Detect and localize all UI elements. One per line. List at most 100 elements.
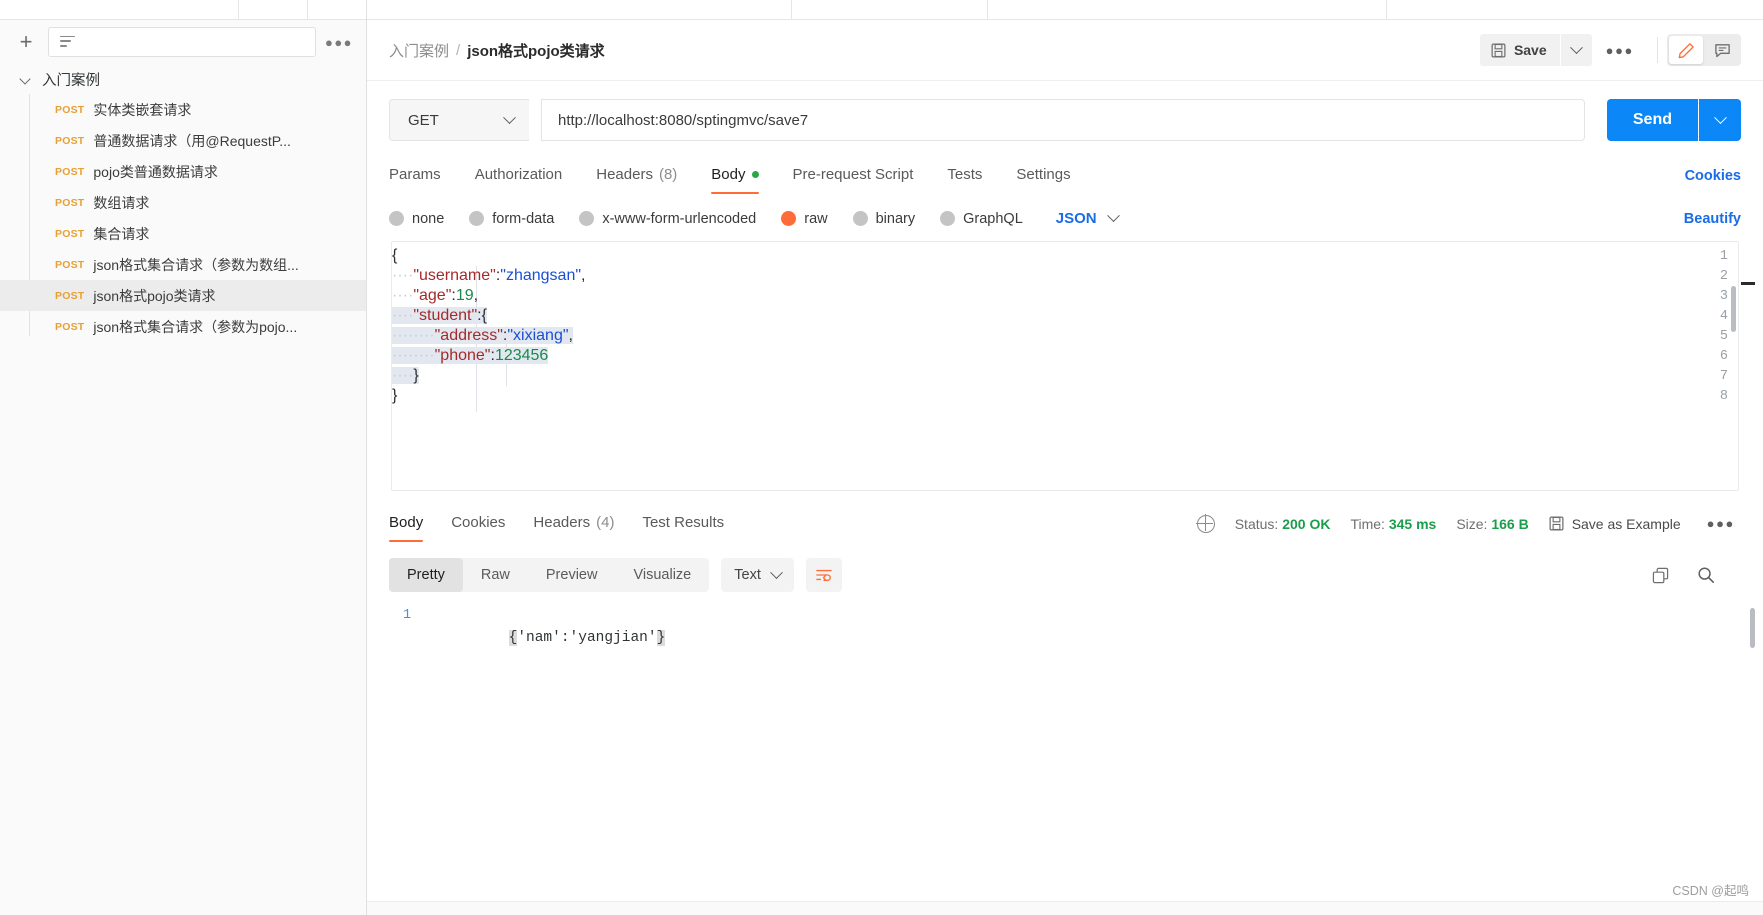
tab-label: Tests [947,166,983,183]
edit-mode-button[interactable] [1669,36,1703,64]
response-view-raw[interactable]: Raw [463,558,528,592]
tab-settings[interactable]: Settings [1016,157,1070,194]
list-item[interactable]: POST pojo类普通数据请求 [0,156,366,187]
chevron-down-icon [1106,209,1120,223]
body-type-raw[interactable]: raw [781,211,828,227]
new-item-button[interactable]: + [14,30,38,54]
open-tab-1[interactable] [367,0,792,19]
code-token: ···· [392,287,414,304]
url-bar: GET http://localhost:8080/sptingmvc/save… [367,81,1763,141]
url-input[interactable]: http://localhost:8080/sptingmvc/save7 [541,99,1585,141]
send-dropdown-button[interactable] [1699,99,1741,141]
globe-icon [1196,514,1215,533]
editor-line: ········"address":"xixiang", [392,327,573,347]
tab-pre-request-script[interactable]: Pre-request Script [793,157,914,194]
radio-icon [940,211,956,226]
wrap-lines-button[interactable] [805,558,842,592]
response-format-value: Text [734,567,761,583]
body-type-graphql[interactable]: GraphQL [940,211,1023,227]
response-tab-headers[interactable]: Headers (4) [533,505,614,542]
tab-count: (8) [658,166,678,183]
send-button[interactable]: Send [1606,99,1698,141]
editor-line-number: 2 [1719,269,1728,284]
method-value: GET [408,111,439,129]
tab-tests[interactable]: Tests [947,157,982,194]
response-scrollbar-thumb[interactable] [1750,608,1755,648]
response-tab-label: Headers [533,514,591,531]
response-more-button[interactable]: ●●● [1701,516,1741,531]
tab-body[interactable]: Body [711,157,759,194]
code-token: , [473,287,479,304]
radio-icon [852,211,868,226]
tab-params[interactable]: Params [389,157,441,194]
comment-button[interactable] [1705,36,1739,64]
brace-close: } [656,630,666,646]
collection-root-入门案例[interactable]: 入门案例 [0,64,366,94]
list-item[interactable]: POST 集合请求 [0,218,366,249]
list-item[interactable]: POST 实体类嵌套请求 [0,94,366,125]
save-button[interactable]: Save [1479,34,1560,66]
response-tab-cookies[interactable]: Cookies [451,505,505,542]
request-method-badge: POST [55,320,85,333]
editor-resize-handle[interactable] [1741,282,1755,285]
code-token: } [413,367,419,384]
request-name: 数组请求 [93,194,150,211]
list-item[interactable]: POST json格式集合请求（参数为数组... [0,249,366,280]
list-item[interactable]: POST json格式pojo类请求 [0,280,366,311]
body-type-form-data[interactable]: form-data [469,211,554,227]
main-panel: 入门案例 / json格式pojo类请求 Save ●●● GET http:/… [367,0,1763,915]
code-token: ···· [392,267,414,284]
body-type-none[interactable]: none [389,211,444,227]
response-body[interactable]: 1 {'nam':'yangjian'} [367,608,1763,858]
editor-scrollbar-track[interactable] [1729,242,1738,490]
response-view-visualize[interactable]: Visualize [615,558,709,592]
request-body-editor[interactable]: 1 {2 ····"username":"zhangsan", 3 ····"age":… [391,241,1739,491]
body-format-select[interactable]: JSON [1056,209,1120,227]
sidebar-more-button[interactable]: ●●● [325,30,352,54]
body-type-label: binary [875,210,916,227]
more-horizontal-icon: ●●● [1706,516,1735,531]
response-tabs: Body Cookies Headers (4) Test Results [389,505,752,542]
editor-line: ····} [392,367,419,387]
editor-scrollbar-thumb[interactable] [1731,286,1736,332]
body-type-binary[interactable]: binary [852,210,916,227]
response-format-select[interactable]: Text [721,558,794,592]
editor-line-number: 6 [1719,349,1728,364]
search-button[interactable] [1689,560,1723,590]
response-tab-body[interactable]: Body [389,505,424,542]
list-item[interactable]: POST 数组请求 [0,187,366,218]
beautify-link[interactable]: Beautify [1684,211,1741,227]
copy-button[interactable] [1643,560,1677,590]
search-icon [1698,567,1714,583]
list-item[interactable]: POST json格式集合请求（参数为pojo... [0,311,366,342]
tab-headers[interactable]: Headers (8) [596,157,677,194]
request-method-badge: POST [55,289,85,302]
code-token: 19 [455,287,474,304]
response-view-pretty[interactable]: Pretty [389,558,463,592]
method-select[interactable]: GET [389,99,529,141]
url-value: http://localhost:8080/sptingmvc/save7 [558,111,809,129]
header-more-button[interactable]: ●●● [1592,43,1648,58]
response-view-bar: Pretty Raw Preview Visualize Text [367,558,1763,592]
response-view-preview[interactable]: Preview [528,558,616,592]
code-token: "username" [413,267,496,284]
request-method-badge: POST [55,196,85,209]
request-tabs: Params Authorization Headers (8) Body Pre-req… [367,157,1763,194]
save-dropdown-button[interactable] [1560,34,1592,66]
tab-authorization[interactable]: Authorization [475,157,563,194]
sidebar-filter-input[interactable] [48,27,316,57]
tab-label: Headers [596,166,653,183]
list-item[interactable]: POST 普通数据请求（用@RequestP... [0,125,366,156]
filter-icon [60,35,76,49]
wrap-text-icon [816,569,832,581]
cookies-link[interactable]: Cookies [1685,168,1741,184]
save-as-example-button[interactable]: Save as Example [1549,516,1681,532]
open-tab-2[interactable] [987,0,1387,19]
breadcrumb-parent[interactable]: 入门案例 [389,40,449,61]
editor-line-number: 7 [1719,369,1728,384]
response-tab-test-results[interactable]: Test Results [642,505,724,542]
request-method-badge: POST [55,134,85,147]
pencil-icon [1678,42,1694,58]
code-token: ········ [392,327,435,344]
body-type-x-www-form-urlencoded[interactable]: x-www-form-urlencoded [579,211,756,227]
